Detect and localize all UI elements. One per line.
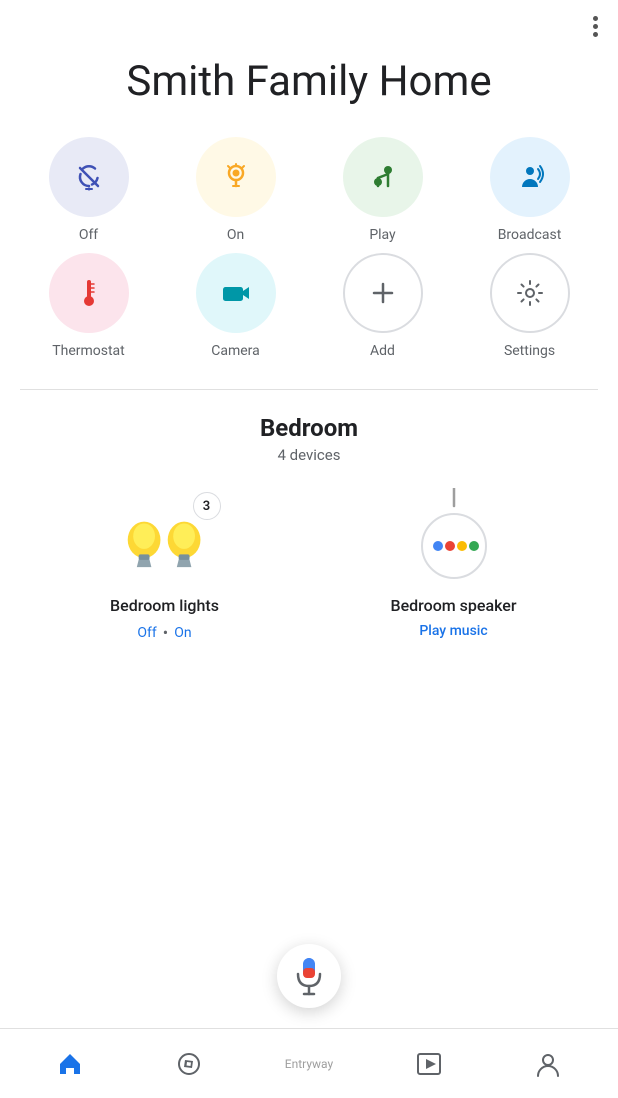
entryway-label: Entryway — [285, 1057, 333, 1071]
nav-entryway[interactable]: Entryway — [279, 1057, 339, 1071]
status-on[interactable]: On — [174, 625, 191, 641]
action-play[interactable]: Play — [314, 137, 451, 243]
explore-icon — [175, 1050, 203, 1078]
bedroom-speaker-card[interactable]: Bedroom speaker Play music — [319, 488, 588, 642]
media-icon — [415, 1050, 443, 1078]
bedroom-lights-badge: 3 — [193, 492, 221, 520]
home-title: Smith Family Home — [0, 37, 618, 137]
bottom-navigation: Entryway — [0, 1028, 618, 1098]
action-broadcast[interactable]: Broadcast — [461, 137, 598, 243]
bedroom-lights-name: Bedroom lights — [110, 596, 219, 615]
add-circle — [343, 253, 423, 333]
nav-profile[interactable] — [518, 1050, 578, 1078]
on-label: On — [227, 227, 244, 243]
bedroom-lights-card[interactable]: 3 Bedroom lights Off • On — [30, 488, 299, 642]
on-circle — [196, 137, 276, 217]
voice-button[interactable] — [277, 944, 341, 1008]
room-device-count: 4 devices — [20, 446, 598, 464]
bedroom-lights-icon-wrap: 3 — [105, 488, 225, 588]
more-options-button[interactable] — [593, 16, 598, 37]
settings-circle — [490, 253, 570, 333]
nav-home[interactable] — [40, 1050, 100, 1078]
add-icon — [366, 276, 400, 310]
person-icon — [534, 1050, 562, 1078]
broadcast-circle — [490, 137, 570, 217]
room-title: Bedroom — [20, 414, 598, 442]
action-settings[interactable]: Settings — [461, 253, 598, 359]
voice-button-wrap — [277, 944, 341, 1008]
microphone-icon — [294, 956, 324, 996]
camera-circle — [196, 253, 276, 333]
header — [0, 0, 618, 37]
thermostat-label: Thermostat — [52, 343, 125, 359]
quick-actions-grid: Off On — [0, 137, 618, 379]
off-label: Off — [79, 227, 98, 243]
home-icon — [56, 1050, 84, 1078]
action-off[interactable]: Off — [20, 137, 157, 243]
thermostat-circle — [49, 253, 129, 333]
device-cards: 3 Bedroom lights Off • On — [20, 488, 598, 642]
status-separator: • — [163, 623, 168, 642]
off-circle — [49, 137, 129, 217]
action-add[interactable]: Add — [314, 253, 451, 359]
room-section: Bedroom 4 devices — [0, 414, 618, 642]
bedroom-speaker-icon-wrap — [394, 488, 514, 588]
action-on[interactable]: On — [167, 137, 304, 243]
off-icon — [72, 160, 106, 194]
broadcast-label: Broadcast — [498, 227, 562, 243]
bedroom-lights-status: Off • On — [137, 623, 191, 642]
on-icon — [219, 160, 253, 194]
settings-icon — [513, 276, 547, 310]
bedroom-speaker-icon — [404, 488, 504, 588]
section-divider — [20, 389, 598, 390]
camera-icon — [219, 276, 253, 310]
play-icon — [366, 160, 400, 194]
settings-label: Settings — [504, 343, 555, 359]
thermostat-icon — [72, 276, 106, 310]
broadcast-icon — [512, 159, 548, 195]
bedroom-speaker-name: Bedroom speaker — [390, 596, 516, 615]
speaker-action[interactable]: Play music — [419, 623, 487, 639]
status-off[interactable]: Off — [137, 625, 156, 641]
bedroom-speaker-status: Play music — [419, 623, 487, 639]
action-camera[interactable]: Camera — [167, 253, 304, 359]
action-thermostat[interactable]: Thermostat — [20, 253, 157, 359]
play-label: Play — [369, 227, 395, 243]
camera-label: Camera — [211, 343, 260, 359]
play-circle — [343, 137, 423, 217]
nav-explore[interactable] — [159, 1050, 219, 1078]
nav-media[interactable] — [399, 1050, 459, 1078]
add-label: Add — [370, 343, 395, 359]
